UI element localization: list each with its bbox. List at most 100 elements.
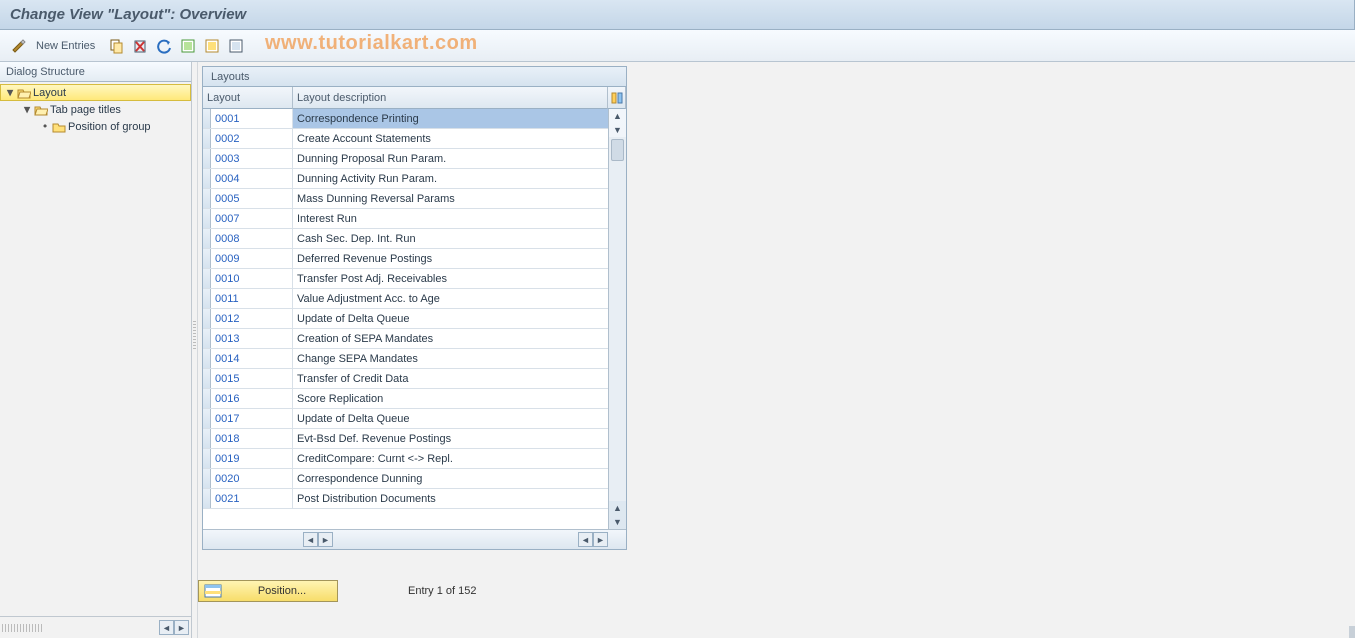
col-layout-description[interactable]: Layout description: [293, 87, 608, 109]
table-row[interactable]: 0016Score Replication: [203, 389, 608, 409]
cell-layout-id[interactable]: 0021: [211, 489, 293, 508]
cell-layout-id[interactable]: 0008: [211, 229, 293, 248]
table-row[interactable]: 0017Update of Delta Queue: [203, 409, 608, 429]
cell-layout-desc[interactable]: Value Adjustment Acc. to Age: [293, 289, 608, 308]
scroll-right-icon[interactable]: ►: [593, 532, 608, 547]
cell-layout-id[interactable]: 0011: [211, 289, 293, 308]
scroll-down2-icon[interactable]: ▼: [609, 515, 626, 529]
cell-layout-id[interactable]: 0012: [211, 309, 293, 328]
row-selector[interactable]: [203, 469, 211, 488]
row-selector[interactable]: [203, 369, 211, 388]
row-selector[interactable]: [203, 489, 211, 508]
undo-icon[interactable]: [153, 35, 175, 57]
cell-layout-desc[interactable]: Score Replication: [293, 389, 608, 408]
tree-node[interactable]: ▼Tab page titles: [0, 101, 191, 118]
new-entries-button[interactable]: New Entries: [32, 40, 103, 52]
cell-layout-id[interactable]: 0017: [211, 409, 293, 428]
cell-layout-desc[interactable]: Change SEPA Mandates: [293, 349, 608, 368]
scroll-down-icon[interactable]: ▼: [609, 123, 626, 137]
cell-layout-id[interactable]: 0015: [211, 369, 293, 388]
table-row[interactable]: 0003Dunning Proposal Run Param.: [203, 149, 608, 169]
cell-layout-desc[interactable]: Evt-Bsd Def. Revenue Postings: [293, 429, 608, 448]
cell-layout-id[interactable]: 0016: [211, 389, 293, 408]
resize-grip-icon[interactable]: [2, 624, 42, 632]
table-row[interactable]: 0012Update of Delta Queue: [203, 309, 608, 329]
table-row[interactable]: 0014Change SEPA Mandates: [203, 349, 608, 369]
page-scrollbar-icon[interactable]: [1349, 626, 1355, 638]
scroll-right-icon[interactable]: ►: [318, 532, 333, 547]
cell-layout-desc[interactable]: Transfer of Credit Data: [293, 369, 608, 388]
tree-node[interactable]: ▼Layout: [0, 84, 191, 101]
cell-layout-desc[interactable]: Cash Sec. Dep. Int. Run: [293, 229, 608, 248]
cell-layout-id[interactable]: 0002: [211, 129, 293, 148]
row-selector[interactable]: [203, 329, 211, 348]
cell-layout-id[interactable]: 0013: [211, 329, 293, 348]
row-selector[interactable]: [203, 449, 211, 468]
cell-layout-id[interactable]: 0004: [211, 169, 293, 188]
row-selector[interactable]: [203, 209, 211, 228]
copy-icon[interactable]: [105, 35, 127, 57]
scroll-up-icon[interactable]: ▲: [609, 109, 626, 123]
scroll-left-icon[interactable]: ◄: [159, 620, 174, 635]
table-row[interactable]: 0002Create Account Statements: [203, 129, 608, 149]
cell-layout-id[interactable]: 0007: [211, 209, 293, 228]
cell-layout-desc[interactable]: Post Distribution Documents: [293, 489, 608, 508]
table-row[interactable]: 0005Mass Dunning Reversal Params: [203, 189, 608, 209]
row-selector[interactable]: [203, 229, 211, 248]
deselect-all-icon[interactable]: [225, 35, 247, 57]
table-row[interactable]: 0011Value Adjustment Acc. to Age: [203, 289, 608, 309]
table-row[interactable]: 0009Deferred Revenue Postings: [203, 249, 608, 269]
tree-twisty-icon[interactable]: ▼: [22, 103, 32, 116]
table-row[interactable]: 0001Correspondence Printing: [203, 109, 608, 129]
cell-layout-desc[interactable]: Correspondence Dunning: [293, 469, 608, 488]
table-row[interactable]: 0021Post Distribution Documents: [203, 489, 608, 509]
cell-layout-id[interactable]: 0020: [211, 469, 293, 488]
cell-layout-desc[interactable]: Dunning Proposal Run Param.: [293, 149, 608, 168]
cell-layout-desc[interactable]: Update of Delta Queue: [293, 409, 608, 428]
table-row[interactable]: 0013Creation of SEPA Mandates: [203, 329, 608, 349]
row-selector[interactable]: [203, 169, 211, 188]
cell-layout-desc[interactable]: Transfer Post Adj. Receivables: [293, 269, 608, 288]
cell-layout-desc[interactable]: Update of Delta Queue: [293, 309, 608, 328]
row-selector[interactable]: [203, 309, 211, 328]
position-button[interactable]: Position...: [198, 580, 338, 602]
table-row[interactable]: 0010Transfer Post Adj. Receivables: [203, 269, 608, 289]
configure-columns-icon[interactable]: [608, 87, 626, 109]
scroll-thumb[interactable]: [611, 139, 624, 161]
row-selector[interactable]: [203, 149, 211, 168]
col-layout[interactable]: Layout: [203, 87, 293, 109]
cell-layout-id[interactable]: 0014: [211, 349, 293, 368]
cell-layout-desc[interactable]: Creation of SEPA Mandates: [293, 329, 608, 348]
tree-twisty-icon[interactable]: ▼: [5, 86, 15, 99]
table-row[interactable]: 0015Transfer of Credit Data: [203, 369, 608, 389]
row-selector[interactable]: [203, 349, 211, 368]
cell-layout-id[interactable]: 0009: [211, 249, 293, 268]
cell-layout-desc[interactable]: Correspondence Printing: [293, 109, 608, 128]
scroll-right-icon[interactable]: ►: [174, 620, 189, 635]
row-selector[interactable]: [203, 109, 211, 128]
row-selector[interactable]: [203, 269, 211, 288]
cell-layout-desc[interactable]: Deferred Revenue Postings: [293, 249, 608, 268]
cell-layout-desc[interactable]: Create Account Statements: [293, 129, 608, 148]
cell-layout-id[interactable]: 0005: [211, 189, 293, 208]
cell-layout-desc[interactable]: Mass Dunning Reversal Params: [293, 189, 608, 208]
row-selector[interactable]: [203, 189, 211, 208]
cell-layout-id[interactable]: 0010: [211, 269, 293, 288]
table-row[interactable]: 0007Interest Run: [203, 209, 608, 229]
cell-layout-desc[interactable]: CreditCompare: Curnt <-> Repl.: [293, 449, 608, 468]
row-selector[interactable]: [203, 129, 211, 148]
table-row[interactable]: 0019CreditCompare: Curnt <-> Repl.: [203, 449, 608, 469]
toggle-edit-icon[interactable]: [8, 35, 30, 57]
select-all-icon[interactable]: [177, 35, 199, 57]
table-row[interactable]: 0018Evt-Bsd Def. Revenue Postings: [203, 429, 608, 449]
delete-icon[interactable]: [129, 35, 151, 57]
cell-layout-desc[interactable]: Dunning Activity Run Param.: [293, 169, 608, 188]
scroll-track[interactable]: [609, 137, 626, 501]
table-row[interactable]: 0008Cash Sec. Dep. Int. Run: [203, 229, 608, 249]
cell-layout-id[interactable]: 0018: [211, 429, 293, 448]
scroll-up2-icon[interactable]: ▲: [609, 501, 626, 515]
scroll-left-icon[interactable]: ◄: [303, 532, 318, 547]
table-row[interactable]: 0020Correspondence Dunning: [203, 469, 608, 489]
row-selector[interactable]: [203, 409, 211, 428]
tree-node[interactable]: •Position of group: [0, 118, 191, 135]
